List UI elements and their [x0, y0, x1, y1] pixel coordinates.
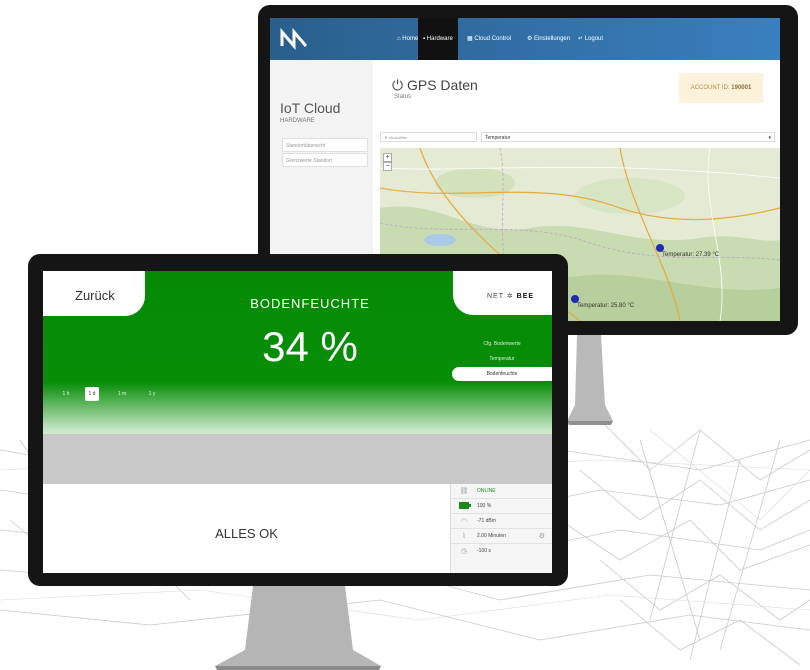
zoom-in-button[interactable]: +	[383, 153, 392, 162]
nav-item-hardware[interactable]: ▪ Hardware	[418, 18, 458, 60]
settings-gear-icon[interactable]: ⚙	[539, 532, 545, 540]
brand-logo-icon[interactable]	[280, 28, 310, 50]
battery-icon	[459, 502, 471, 511]
metric-value: 34 %	[262, 323, 358, 370]
status-message: ALLES OK	[215, 526, 278, 541]
history-chart-area[interactable]	[43, 434, 552, 484]
chevron-down-icon: ▾	[768, 135, 771, 141]
sensor-item-cfg-bodenwerte[interactable]: Cfg. Bodenwerte	[452, 337, 552, 351]
sidebar-subtitle: HARDWARE	[280, 118, 315, 124]
nav-item-logout[interactable]: ↵ Logout	[573, 18, 608, 60]
top-navigation-bar: ⌂ Home ▪ Hardware ▦ Cloud Control ⚙ Eins…	[270, 18, 780, 60]
back-monitor-stand	[567, 335, 613, 425]
link-icon: ⛓	[459, 488, 469, 495]
range-tab-1y[interactable]: 1 y	[145, 387, 159, 401]
module-filter-input[interactable]: ▼ Modulfilter	[380, 132, 477, 142]
map-marker[interactable]	[571, 295, 579, 303]
range-tab-1m[interactable]: 1 m	[115, 387, 129, 401]
netbee-logo-tab: NET ✲ BEE	[453, 271, 552, 315]
connection-status: ONLINE	[477, 488, 496, 494]
bee-icon: ✲	[506, 293, 514, 300]
map-marker[interactable]	[656, 244, 664, 252]
map-marker-label: Temperatur: 25.80 °C	[577, 303, 635, 309]
sidebar-item-grenzwerte-standort[interactable]: Grenzwerte Standort	[282, 153, 368, 167]
device-status-panel: ⛓ ONLINE 100 % ◠ -71 dBm ⌇ 2.00 Minuten …	[450, 484, 552, 573]
metric-title: BODENFEUCHTE	[250, 296, 370, 311]
battery-level: 100 %	[477, 503, 492, 509]
nav-item-einstellungen[interactable]: ⚙ Einstellungen	[522, 18, 575, 60]
map-marker-label: Temperatur: 27.39 °C	[662, 252, 720, 258]
account-id-badge: ACCOUNT ID: 190001	[679, 73, 763, 103]
status-row-battery: 100 %	[451, 499, 552, 514]
range-tab-1d[interactable]: 1 d	[85, 387, 99, 401]
logout-icon: ↵	[578, 36, 585, 42]
page-title: ⏻ GPS Daten	[392, 77, 478, 93]
range-tab-1h[interactable]: 1 h	[59, 387, 73, 401]
zoom-out-button[interactable]: −	[383, 162, 392, 171]
pulse-icon: ⌇	[462, 533, 466, 540]
last-seen: -100 s	[477, 548, 491, 554]
clock-icon: ◷	[460, 548, 468, 555]
status-row-interval: ⌇ 2.00 Minuten ⚙	[451, 529, 552, 544]
status-row-last-seen: ◷ -100 s	[451, 544, 552, 559]
back-tab[interactable]: Zurück	[43, 271, 145, 316]
status-row-signal: ◠ -71 dBm	[451, 514, 552, 529]
status-row-connection: ⛓ ONLINE	[451, 484, 552, 499]
front-monitor-stand	[215, 586, 381, 670]
sidebar-title: IoT Cloud	[280, 100, 341, 116]
sensor-select[interactable]: Temperatur ▾	[481, 132, 775, 142]
measure-interval: 2.00 Minuten	[477, 533, 506, 539]
wifi-icon: ◠	[460, 518, 468, 525]
sensor-item-temperatur[interactable]: Temperatur	[452, 352, 552, 366]
power-icon: ⏻	[392, 77, 407, 93]
signal-strength: -71 dBm	[477, 518, 496, 524]
back-button[interactable]: Zurück	[75, 288, 115, 303]
front-monitor-screen: Zurück NET ✲ BEE BODENFEUCHTE 34 % Cfg. …	[43, 271, 552, 573]
sensor-item-bodenfeuchte[interactable]: Bodenfeuchte	[452, 367, 552, 381]
gear-icon: ⚙	[527, 36, 535, 42]
nav-item-cloud-control[interactable]: ▦ Cloud Control	[462, 18, 516, 60]
sidebar-item-standortuebersicht[interactable]: Standortübersicht	[282, 138, 368, 152]
page-subtitle: Status	[394, 94, 412, 100]
netbee-logo: NET ✲ BEE	[487, 293, 535, 300]
